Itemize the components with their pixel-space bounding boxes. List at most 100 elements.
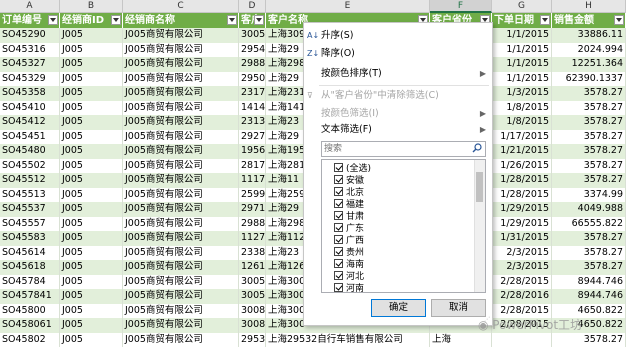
- table-cell[interactable]: SO45412: [0, 115, 60, 130]
- filter-list-item[interactable]: 甘肃: [334, 211, 364, 223]
- table-cell[interactable]: J005商贸有限公司: [123, 333, 239, 347]
- table-cell[interactable]: 2/3/2015: [492, 246, 552, 261]
- table-cell[interactable]: J005商贸有限公司: [123, 57, 239, 72]
- table-cell[interactable]: J005商贸有限公司: [123, 304, 239, 319]
- table-cell[interactable]: 1/21/2015: [492, 144, 552, 159]
- table-cell[interactable]: 28173: [239, 159, 266, 174]
- table-cell[interactable]: 1/17/2015: [492, 130, 552, 145]
- table-cell[interactable]: SO45583: [0, 231, 60, 246]
- table-cell[interactable]: 30084: [239, 304, 266, 319]
- table-cell[interactable]: 11175: [239, 173, 266, 188]
- table-cell[interactable]: SO45537: [0, 202, 60, 217]
- sort-by-color-item[interactable]: 按颜色排序(T) ▶: [304, 65, 492, 83]
- table-cell[interactable]: 30056: [239, 28, 266, 43]
- table-cell[interactable]: 12251.364: [552, 57, 626, 72]
- table-cell[interactable]: SO45358: [0, 86, 60, 101]
- column-letter-c[interactable]: C: [123, 0, 239, 13]
- table-cell[interactable]: 29880: [239, 57, 266, 72]
- table-cell[interactable]: 8944.746: [552, 275, 626, 290]
- table-cell[interactable]: J005: [60, 260, 123, 275]
- table-cell[interactable]: 30084: [239, 318, 266, 333]
- filter-dropdown-icon[interactable]: [254, 15, 264, 25]
- table-cell[interactable]: J005商贸有限公司: [123, 275, 239, 290]
- table-cell[interactable]: J005商贸有限公司: [123, 43, 239, 58]
- column-letter-e[interactable]: E: [266, 0, 430, 13]
- table-cell[interactable]: 23385: [239, 246, 266, 261]
- scrollbar-thumb[interactable]: [476, 172, 483, 202]
- table-cell[interactable]: J005商贸有限公司: [123, 72, 239, 87]
- table-cell[interactable]: 14149: [239, 101, 266, 116]
- table-cell[interactable]: 30052: [239, 289, 266, 304]
- filter-dropdown-icon[interactable]: [540, 15, 550, 25]
- table-cell[interactable]: 1/28/2015: [492, 188, 552, 203]
- table-cell[interactable]: 2/3/2015: [492, 260, 552, 275]
- filter-list-item[interactable]: 广西: [334, 235, 364, 247]
- table-cell[interactable]: J005商贸有限公司: [123, 318, 239, 333]
- list-scrollbar[interactable]: [474, 160, 485, 292]
- table-cell[interactable]: J005: [60, 333, 123, 347]
- ok-button[interactable]: 确定: [371, 299, 426, 317]
- table-cell[interactable]: J005: [60, 202, 123, 217]
- filter-list-item[interactable]: 贵州: [334, 247, 364, 259]
- table-cell[interactable]: J005商贸有限公司: [123, 246, 239, 261]
- table-cell[interactable]: 12618: [239, 260, 266, 275]
- sort-descending-item[interactable]: Z↓ 降序(O): [304, 45, 492, 63]
- table-cell[interactable]: 1/29/2015: [492, 217, 552, 232]
- table-cell[interactable]: SO45410: [0, 101, 60, 116]
- column-letter-h[interactable]: H: [552, 0, 626, 13]
- filter-list-item[interactable]: 安徽: [334, 175, 364, 187]
- table-cell[interactable]: 1/1/2015: [492, 72, 552, 87]
- table-cell[interactable]: 3578.27: [552, 246, 626, 261]
- table-cell[interactable]: SO45316: [0, 43, 60, 58]
- table-cell[interactable]: 19564: [239, 144, 266, 159]
- sort-ascending-item[interactable]: A↓ 升序(S): [304, 27, 492, 45]
- table-cell[interactable]: J005商贸有限公司: [123, 260, 239, 275]
- filter-dropdown-icon[interactable]: [111, 15, 121, 25]
- table-cell[interactable]: 29532: [239, 333, 266, 347]
- checked-checkbox-icon[interactable]: [334, 175, 343, 184]
- table-cell[interactable]: 1/8/2015: [492, 101, 552, 116]
- table-cell[interactable]: J005商贸有限公司: [123, 144, 239, 159]
- checked-checkbox-icon[interactable]: [334, 259, 343, 268]
- table-cell[interactable]: 8944.746: [552, 289, 626, 304]
- checked-checkbox-icon[interactable]: [334, 223, 343, 232]
- table-cell[interactable]: J005: [60, 304, 123, 319]
- cancel-button[interactable]: 取消: [431, 299, 486, 317]
- table-cell[interactable]: 3578.27: [552, 231, 626, 246]
- column-letter-a[interactable]: A: [0, 0, 60, 13]
- table-cell[interactable]: J005: [60, 217, 123, 232]
- table-cell[interactable]: J005: [60, 188, 123, 203]
- table-cell[interactable]: SO458061: [0, 318, 60, 333]
- table-cell[interactable]: 3578.27: [552, 86, 626, 101]
- table-cell[interactable]: J005商贸有限公司: [123, 115, 239, 130]
- table-cell[interactable]: SO45557: [0, 217, 60, 232]
- column-letter-g[interactable]: G: [492, 0, 552, 13]
- table-cell[interactable]: 1/29/2015: [492, 202, 552, 217]
- table-cell[interactable]: J005: [60, 101, 123, 116]
- column-letter-d[interactable]: D: [239, 0, 266, 13]
- table-cell[interactable]: J005商贸有限公司: [123, 173, 239, 188]
- table-cell[interactable]: 29883: [239, 217, 266, 232]
- text-filter-item[interactable]: 文本筛选(F) ▶: [304, 121, 492, 139]
- table-cell[interactable]: SO45512: [0, 173, 60, 188]
- table-cell[interactable]: SO45327: [0, 57, 60, 72]
- column-letter-b[interactable]: B: [60, 0, 123, 13]
- table-cell[interactable]: 11274: [239, 231, 266, 246]
- table-cell[interactable]: J005商贸有限公司: [123, 28, 239, 43]
- table-cell[interactable]: SO45451: [0, 130, 60, 145]
- table-cell[interactable]: J005商贸有限公司: [123, 202, 239, 217]
- column-letter-f[interactable]: F: [430, 0, 492, 13]
- filter-list-item[interactable]: 福建: [334, 199, 364, 211]
- table-cell[interactable]: 上海29532自行车销售有限公司: [266, 333, 430, 347]
- table-cell[interactable]: 3578.27: [552, 260, 626, 275]
- table-cell[interactable]: J005商贸有限公司: [123, 289, 239, 304]
- table-cell[interactable]: 2/28/2015: [492, 275, 552, 290]
- table-cell[interactable]: SO45800: [0, 304, 60, 319]
- table-cell[interactable]: J005商贸有限公司: [123, 188, 239, 203]
- table-cell[interactable]: 3578.27: [552, 115, 626, 130]
- filter-dropdown-icon[interactable]: [614, 15, 624, 25]
- table-cell[interactable]: 62390.1337: [552, 72, 626, 87]
- table-cell[interactable]: 1/1/2015: [492, 57, 552, 72]
- filter-list-item[interactable]: 河南: [334, 283, 364, 293]
- table-cell[interactable]: 1/3/2015: [492, 86, 552, 101]
